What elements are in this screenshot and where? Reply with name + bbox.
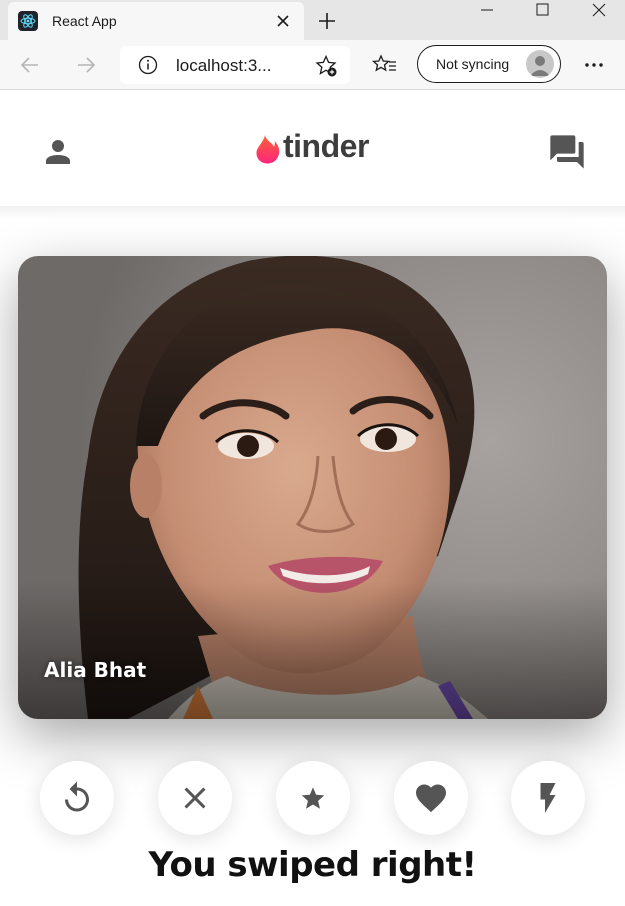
- browser-toolbar: localhost:3... Not syncing: [0, 40, 625, 90]
- repeat-button[interactable]: [40, 761, 114, 835]
- flash-icon: [540, 783, 556, 813]
- react-favicon-icon: [18, 11, 38, 31]
- sync-label: Not syncing: [436, 56, 510, 72]
- profile-name: Alia Bhat: [44, 658, 147, 682]
- browser-tab[interactable]: React App: [8, 2, 304, 40]
- new-tab-icon[interactable]: [316, 10, 338, 32]
- info-icon[interactable]: [138, 55, 158, 75]
- profile-card[interactable]: Alia Bhat: [18, 256, 607, 719]
- favorite-icon: [416, 784, 446, 813]
- address-bar[interactable]: localhost:3...: [120, 46, 350, 84]
- app-header: tinder: [0, 90, 625, 220]
- favorites-icon[interactable]: [371, 53, 398, 77]
- star-icon: [301, 787, 325, 809]
- swipe-message: You swiped right!: [148, 845, 478, 885]
- boost-button[interactable]: [511, 761, 585, 835]
- brand-name: tinder: [283, 128, 369, 164]
- minimize-icon[interactable]: [464, 0, 510, 24]
- close-icon: [184, 787, 206, 809]
- forward-arrow-icon[interactable]: [74, 53, 98, 77]
- superlike-button[interactable]: [276, 761, 350, 835]
- browser-tab-strip: React App: [0, 0, 625, 40]
- tab-close-icon[interactable]: [274, 12, 292, 30]
- window-close-icon[interactable]: [576, 0, 622, 24]
- maximize-icon[interactable]: [520, 0, 566, 24]
- person-icon[interactable]: [40, 134, 76, 170]
- profile-photo: [18, 256, 607, 719]
- url-text: localhost:3...: [176, 56, 272, 75]
- tab-title: React App: [52, 13, 117, 29]
- nope-button[interactable]: [158, 761, 232, 835]
- forum-icon[interactable]: [546, 132, 588, 172]
- sync-button[interactable]: Not syncing: [417, 45, 561, 83]
- flame-icon: [256, 134, 280, 164]
- profile-avatar-icon: [526, 50, 554, 78]
- like-button[interactable]: [394, 761, 468, 835]
- replay-icon: [65, 781, 89, 812]
- back-arrow-icon[interactable]: [18, 53, 42, 77]
- more-menu-icon[interactable]: [582, 53, 606, 77]
- add-favorite-icon[interactable]: [314, 54, 338, 78]
